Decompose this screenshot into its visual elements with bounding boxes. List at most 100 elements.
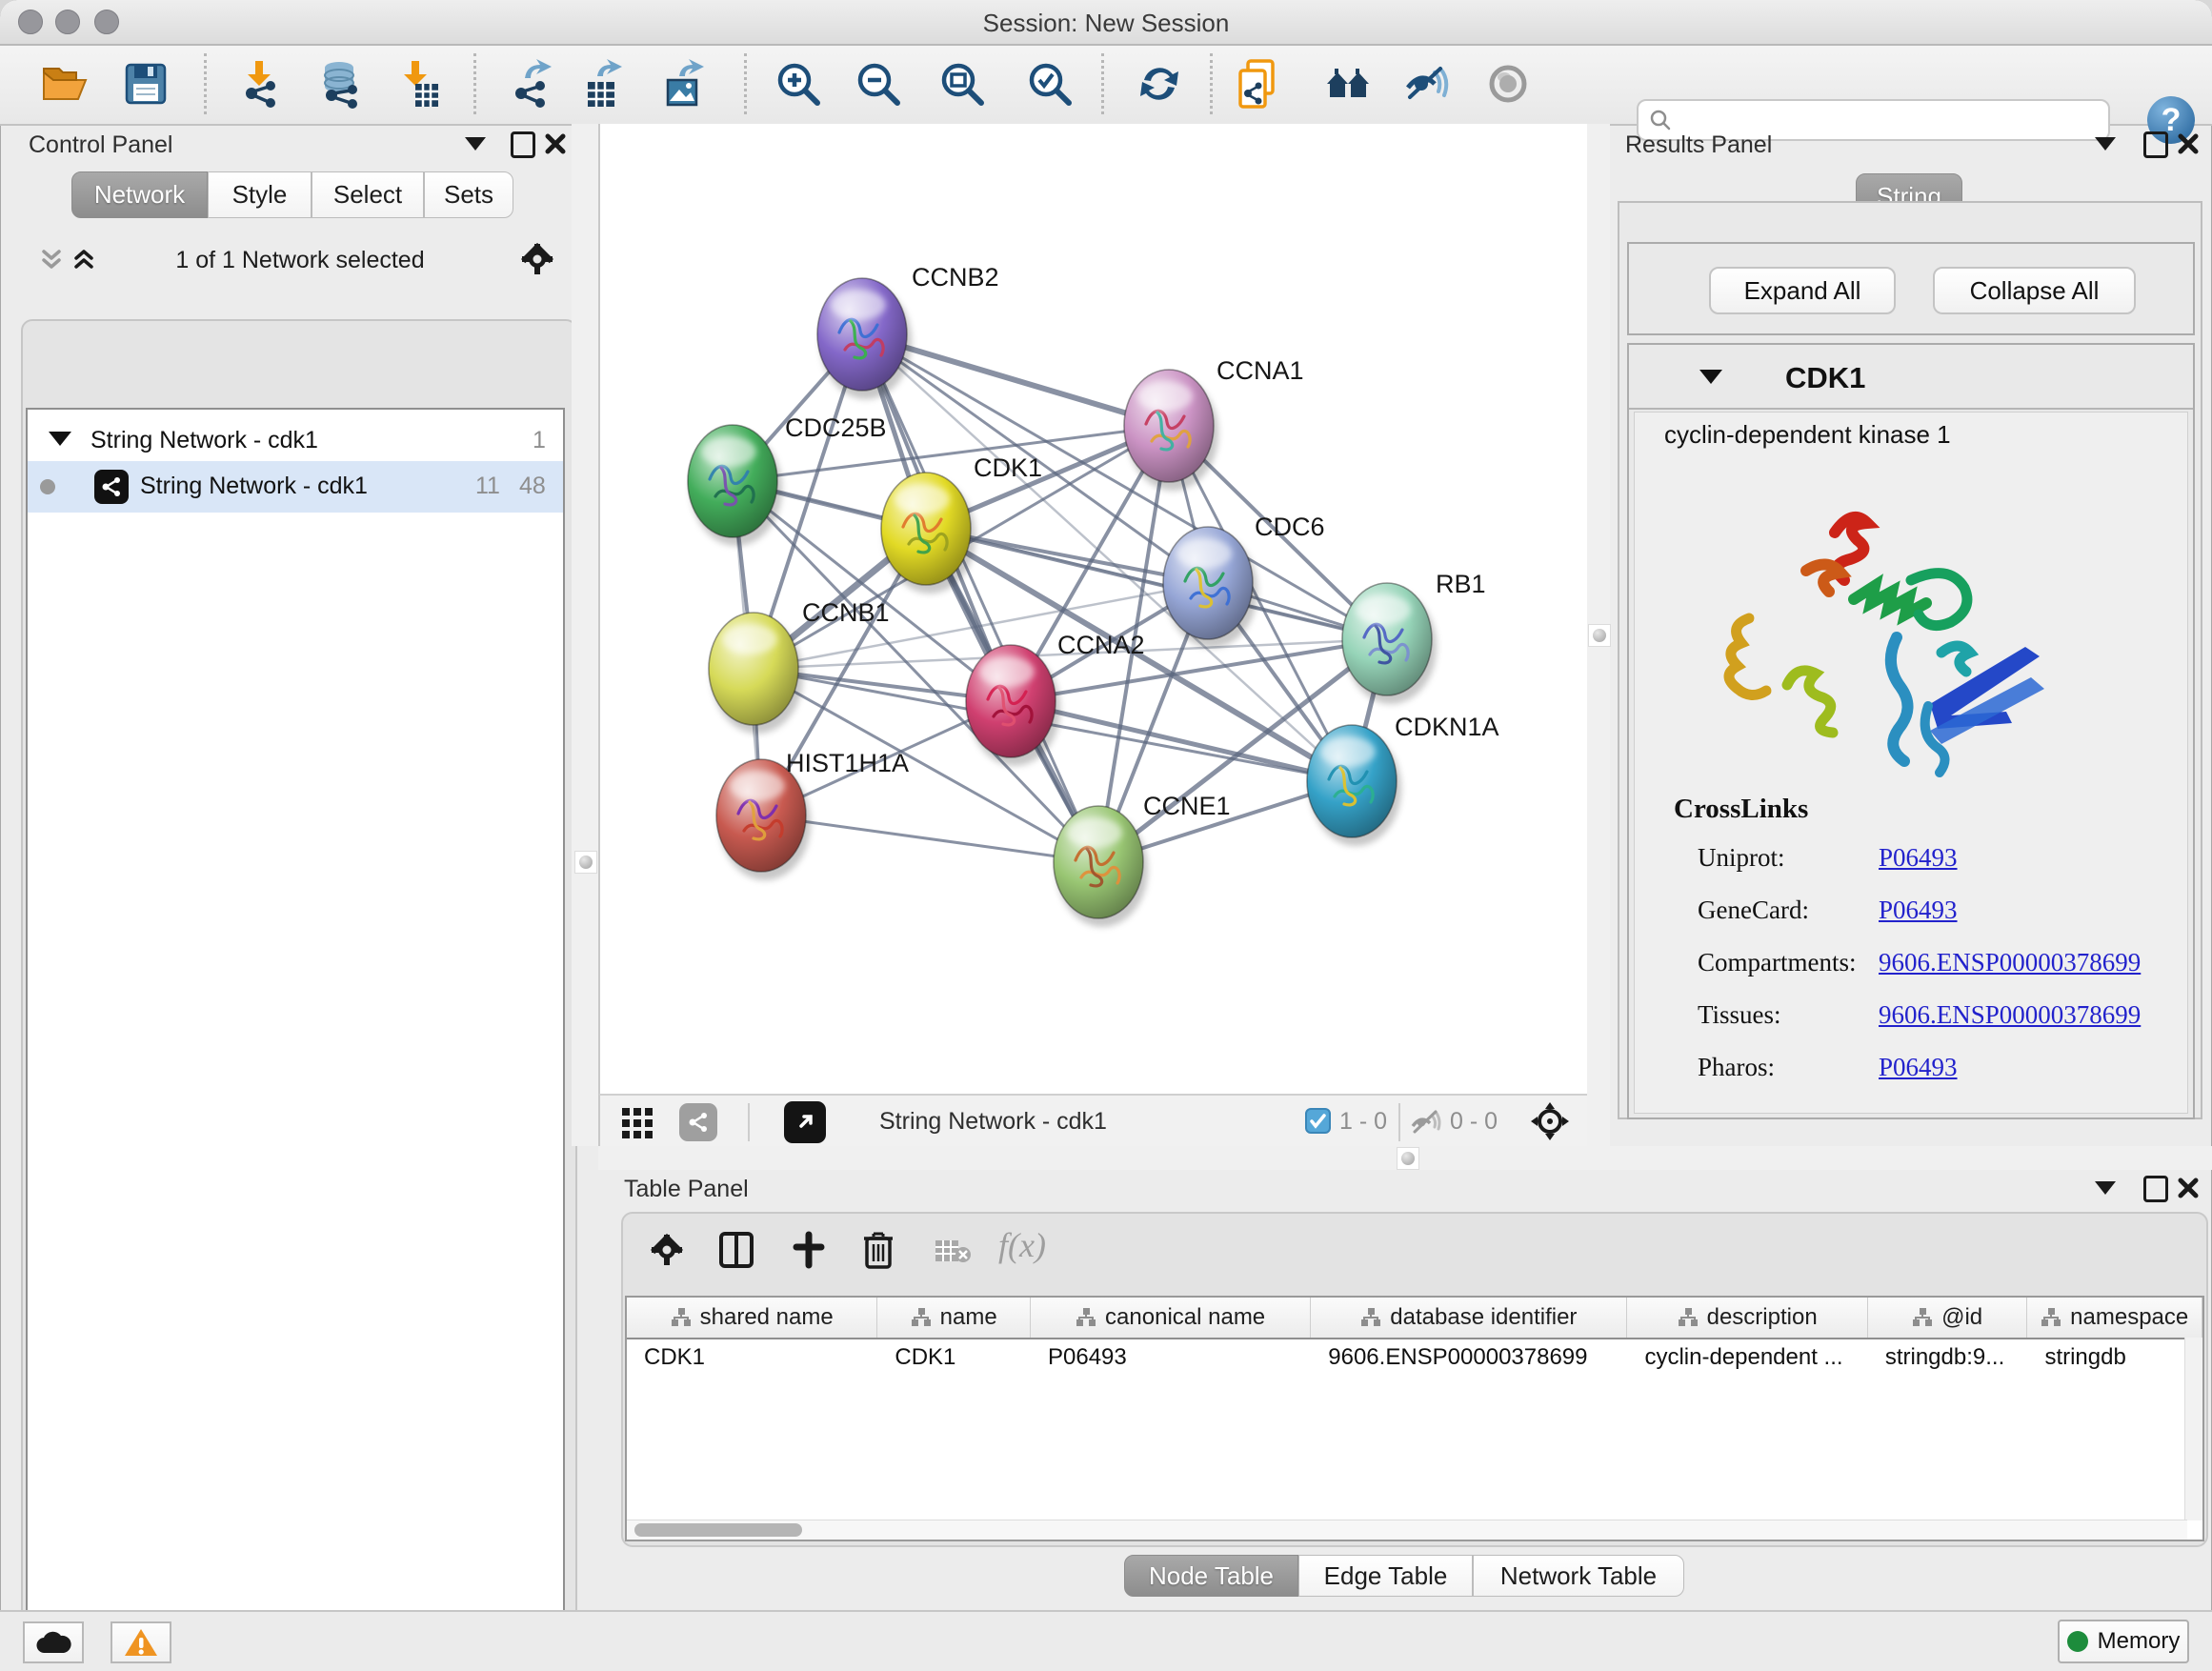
zoom-fit-icon[interactable] (937, 59, 987, 109)
left-splitter-handle[interactable] (574, 851, 597, 874)
column-header-database-identifier[interactable]: database identifier (1311, 1298, 1627, 1338)
cloud-status-button[interactable] (23, 1621, 84, 1663)
column-header-description[interactable]: description (1627, 1298, 1867, 1338)
results-panel-float-icon[interactable] (2143, 131, 2168, 158)
table-panel-collapse-icon[interactable] (2095, 1181, 2116, 1195)
export-image-icon[interactable] (660, 59, 710, 109)
right-splitter-handle[interactable] (1588, 624, 1611, 647)
show-columns-icon[interactable] (718, 1231, 754, 1274)
left-splitter[interactable] (572, 124, 598, 1146)
crosslink-link[interactable]: P06493 (1879, 1053, 1958, 1081)
node-CCNE1[interactable]: CCNE1 (1054, 792, 1231, 927)
table-panel-float-icon[interactable] (2143, 1176, 2168, 1202)
detach-view-icon[interactable] (784, 1101, 826, 1143)
bottom-splitter-handle[interactable] (1397, 1147, 1419, 1170)
control-panel-collapse-icon[interactable] (465, 137, 486, 151)
network-row-label: String Network - cdk1 (140, 473, 368, 500)
fit-content-crosshair-icon[interactable] (1529, 1100, 1571, 1147)
results-panel-close-icon[interactable] (2177, 132, 2200, 155)
node-CDK1[interactable]: CDK1 (881, 453, 1042, 594)
selected-checkbox-icon[interactable] (1305, 1108, 1331, 1134)
column-header-shared-name[interactable]: shared name (627, 1298, 877, 1338)
node-CCNB2[interactable]: CCNB2 (817, 263, 999, 399)
node-RB1[interactable]: RB1 (1342, 570, 1486, 704)
tab-sets[interactable]: Sets (424, 171, 513, 218)
network-overview-icon[interactable] (679, 1103, 717, 1141)
crosslink-link[interactable]: 9606.ENSP00000378699 (1879, 1000, 2141, 1029)
expand-all-networks-icon[interactable] (70, 246, 97, 279)
delete-column-trash-icon[interactable] (861, 1229, 895, 1274)
node-label-RB1: RB1 (1436, 570, 1486, 598)
table-cell[interactable]: cyclin-dependent ... (1627, 1339, 1867, 1376)
add-column-icon[interactable] (791, 1231, 827, 1274)
show-all-icon[interactable] (1483, 59, 1533, 109)
table-cell[interactable]: 9606.ENSP00000378699 (1311, 1339, 1627, 1376)
refresh-view-icon[interactable] (1135, 59, 1184, 109)
tab-select[interactable]: Select (312, 171, 424, 218)
zoom-out-icon[interactable] (854, 59, 903, 109)
import-network-from-database-icon[interactable] (314, 59, 364, 109)
hide-selected-icon[interactable] (1402, 59, 1452, 109)
section-collapse-icon[interactable] (1699, 370, 1722, 384)
tab-network[interactable]: Network (71, 171, 208, 218)
column-header-namespace[interactable]: namespace (2027, 1298, 2202, 1338)
crosslink-label: GeneCard: (1698, 896, 1879, 925)
edge-HIST1H1A-CCNE1[interactable] (761, 815, 1098, 862)
network-selection-status: 1 of 1 Network selected (114, 247, 486, 274)
column-type-icon (2041, 1307, 2061, 1328)
table-cell[interactable]: stringdb (2027, 1339, 2202, 1376)
toolbar-separator (204, 53, 207, 114)
crosslink-link[interactable]: 9606.ENSP00000378699 (1879, 948, 2141, 976)
import-table-from-file-icon[interactable] (391, 59, 440, 109)
results-panel-collapse-icon[interactable] (2095, 137, 2116, 151)
clone-network-icon[interactable] (1235, 59, 1284, 109)
export-table-icon[interactable] (580, 59, 630, 109)
network-options-gear-icon[interactable] (520, 242, 554, 281)
warning-status-button[interactable] (111, 1621, 171, 1663)
table-settings-gear-icon[interactable] (650, 1233, 684, 1272)
save-session-icon[interactable] (121, 59, 171, 109)
node-CDKN1A[interactable]: CDKN1A (1307, 713, 1499, 846)
column-header-name[interactable]: name (877, 1298, 1031, 1338)
scrollbar-thumb[interactable] (634, 1523, 802, 1537)
column-header-canonical-name[interactable]: canonical name (1031, 1298, 1311, 1338)
table-cell[interactable]: P06493 (1031, 1339, 1311, 1376)
tab-edge-table[interactable]: Edge Table (1298, 1555, 1473, 1597)
collapse-all-networks-icon[interactable] (38, 246, 65, 279)
table-cell[interactable]: CDK1 (877, 1339, 1031, 1376)
network-canvas[interactable]: CCNB2CCNA1CDC25BCDK1CDC6RB1CCNB1CCNA2CDK… (598, 124, 1587, 1094)
open-session-icon[interactable] (40, 59, 90, 109)
first-neighbors-icon[interactable] (1323, 59, 1373, 109)
node-HIST1H1A[interactable]: HIST1H1A (716, 749, 909, 880)
import-network-from-file-icon[interactable] (234, 59, 284, 109)
expand-all-button[interactable]: Expand All (1709, 267, 1896, 314)
table-horizontal-scrollbar[interactable] (627, 1520, 2187, 1540)
column-header--id[interactable]: @id (1868, 1298, 2028, 1338)
table-cell[interactable]: CDK1 (627, 1339, 877, 1376)
memory-button[interactable]: Memory (2058, 1620, 2189, 1663)
table-cell[interactable]: stringdb:9... (1868, 1339, 2028, 1376)
tab-style[interactable]: Style (208, 171, 312, 218)
control-panel-float-icon[interactable] (511, 131, 535, 158)
export-network-icon[interactable] (508, 59, 557, 109)
protein-details: cyclin-dependent kinase 1 (1634, 412, 2188, 1114)
zoom-selected-icon[interactable] (1025, 59, 1075, 109)
crosslink-link[interactable]: P06493 (1879, 843, 1958, 872)
table-vertical-scrollbar[interactable] (2184, 1338, 2202, 1520)
control-panel-close-icon[interactable] (544, 132, 567, 155)
edge-CCNB2-CCNE1[interactable] (862, 334, 1098, 862)
grid-view-icon[interactable] (621, 1107, 654, 1144)
collapse-all-button[interactable]: Collapse All (1933, 267, 2136, 314)
table-panel-close-icon[interactable] (2177, 1177, 2200, 1199)
crosslink-link[interactable]: P06493 (1879, 896, 1958, 924)
zoom-in-icon[interactable] (774, 59, 823, 109)
tab-network-table[interactable]: Network Table (1473, 1555, 1684, 1597)
protein-section-header[interactable]: CDK1 (1629, 345, 2193, 410)
node-CCNB1[interactable]: CCNB1 (709, 598, 890, 734)
network-row-selected[interactable]: String Network - cdk1 11 48 (28, 461, 563, 513)
status-bar: Memory (0, 1610, 2212, 1671)
node-CDC6[interactable]: CDC6 (1163, 513, 1325, 648)
collection-expand-icon[interactable] (49, 432, 71, 446)
selected-count: 1 - 0 (1339, 1108, 1387, 1136)
tab-node-table[interactable]: Node Table (1124, 1555, 1298, 1597)
